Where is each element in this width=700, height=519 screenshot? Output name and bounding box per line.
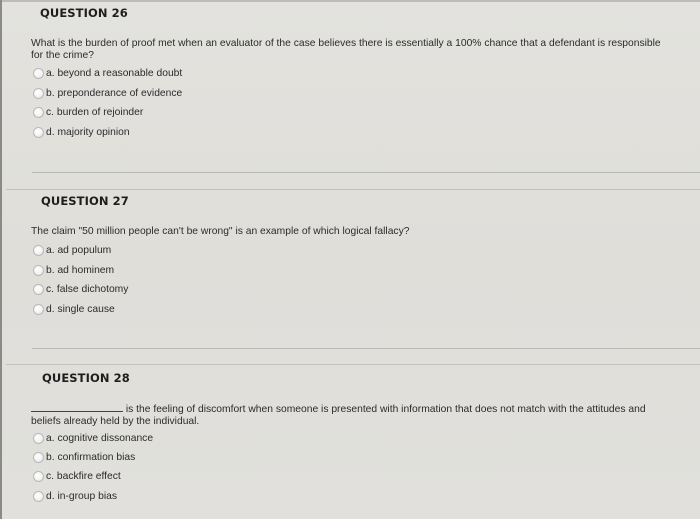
option-label: b. preponderance of evidence [46, 87, 183, 99]
radio-button[interactable] [33, 106, 44, 118]
radio-button[interactable] [33, 126, 44, 138]
answer-option[interactable]: c. backfire effect [33, 469, 121, 483]
question-heading: QUESTION 28 [42, 371, 130, 385]
option-label: a. beyond a reasonable doubt [46, 67, 183, 79]
radio-button[interactable] [33, 451, 44, 463]
answer-option[interactable]: a. beyond a reasonable doubt [33, 66, 182, 80]
divider [6, 189, 700, 190]
radio-button[interactable] [33, 470, 44, 482]
question-text-line: What is the burden of proof met when an … [31, 38, 661, 49]
radio-button[interactable] [33, 490, 44, 502]
answer-option[interactable]: d. majority opinion [33, 125, 130, 139]
answer-option[interactable]: a. cognitive dissonance [33, 431, 153, 445]
answer-option[interactable]: c. false dichotomy [33, 282, 128, 296]
divider [32, 172, 700, 173]
option-label: c. burden of rejoinder [46, 106, 144, 118]
question-text-line: for the crime? [31, 50, 94, 61]
divider [6, 364, 700, 365]
top-divider [2, 0, 700, 2]
question-heading: QUESTION 26 [40, 6, 128, 20]
radio-button[interactable] [33, 283, 44, 295]
question-heading: QUESTION 27 [41, 194, 129, 208]
option-label: a. ad populum [46, 244, 112, 256]
option-label: b. ad hominem [46, 264, 115, 276]
answer-option[interactable]: a. ad populum [33, 243, 111, 257]
option-label: a. cognitive dissonance [46, 432, 154, 444]
radio-button[interactable] [33, 432, 44, 444]
radio-button[interactable] [33, 244, 44, 256]
fill-in-blank [31, 402, 123, 412]
answer-option[interactable]: d. in-group bias [33, 489, 117, 503]
question-text-fragment: is the feeling of discomfort when someon… [123, 404, 646, 415]
answer-option[interactable]: b. confirmation bias [33, 450, 135, 464]
option-label: d. single cause [46, 303, 115, 315]
answer-option[interactable]: b. preponderance of evidence [33, 86, 182, 100]
option-label: b. confirmation bias [46, 451, 136, 463]
question-text: The claim "50 million people can't be wr… [31, 226, 410, 237]
question-text: is the feeling of discomfort when someon… [31, 402, 681, 428]
quiz-page: QUESTION 26 What is the burden of proof … [0, 0, 700, 519]
radio-button[interactable] [33, 87, 44, 99]
radio-button[interactable] [33, 264, 44, 276]
option-label: d. majority opinion [46, 126, 130, 138]
radio-button[interactable] [33, 303, 44, 315]
answer-option[interactable]: c. burden of rejoinder [33, 105, 143, 119]
radio-button[interactable] [33, 67, 44, 79]
answer-option[interactable]: d. single cause [33, 302, 115, 316]
question-text-line: is the feeling of discomfort when someon… [31, 402, 681, 416]
question-text-line: beliefs already held by the individual. [31, 416, 200, 427]
option-label: c. backfire effect [46, 470, 121, 482]
option-label: c. false dichotomy [46, 283, 129, 295]
option-label: d. in-group bias [46, 490, 117, 502]
answer-option[interactable]: b. ad hominem [33, 263, 114, 277]
question-text: What is the burden of proof met when an … [31, 38, 681, 62]
divider [32, 348, 700, 349]
